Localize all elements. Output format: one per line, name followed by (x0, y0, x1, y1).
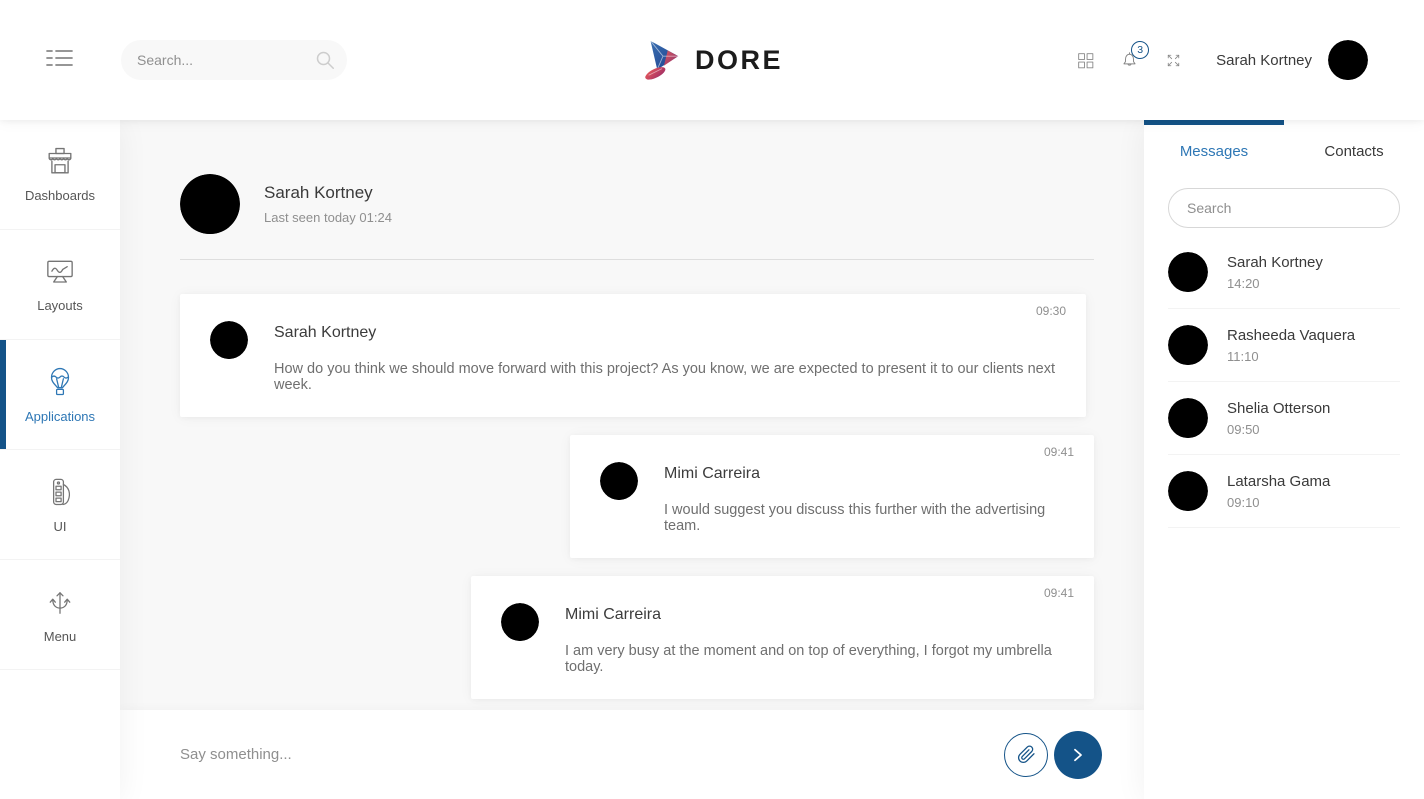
contacts-panel: Messages Contacts Sarah Kortney 14:20 Ra… (1144, 120, 1424, 799)
paperclip-icon (1017, 745, 1036, 764)
profile-name[interactable]: Sarah Kortney (1216, 52, 1312, 69)
apps-grid-button[interactable] (1075, 50, 1096, 71)
chat-message-input[interactable] (180, 746, 1004, 763)
contact-avatar (1168, 252, 1208, 292)
monitor-icon (42, 257, 78, 289)
sidebar-item-label: Applications (25, 409, 95, 424)
chat-header-divider (180, 259, 1094, 260)
hamburger-menu-icon (46, 46, 73, 70)
message-list: 09:30 Sarah Kortney How do you think we … (180, 294, 1094, 699)
active-tab-indicator (1144, 120, 1284, 125)
contacts-search (1168, 188, 1400, 228)
contact-avatar (1168, 325, 1208, 365)
message-sender-avatar (210, 321, 248, 359)
message-sender-avatar (501, 603, 539, 641)
contact-item-sarah-kortney[interactable]: Sarah Kortney 14:20 (1168, 236, 1400, 309)
sidebar-item-label: UI (54, 519, 67, 534)
message-text: I am very busy at the moment and on top … (565, 643, 1074, 675)
contact-item-rasheeda-vaquera[interactable]: Rasheeda Vaquera 11:10 (1168, 309, 1400, 382)
sidebar-item-dashboards[interactable]: Dashboards (0, 120, 120, 230)
send-message-button[interactable] (1054, 731, 1102, 779)
notifications-button[interactable]: 3 (1118, 49, 1141, 72)
contact-time: 11:10 (1227, 349, 1355, 364)
chat-input-bar (120, 710, 1144, 799)
message-sender-name: Mimi Carreira (565, 606, 1074, 624)
shop-icon (42, 146, 78, 179)
fullscreen-button[interactable] (1163, 50, 1184, 71)
message-time: 09:41 (491, 586, 1074, 600)
main-sidebar: Dashboards Layouts Applications (0, 120, 120, 799)
contact-name: Rasheeda Vaquera (1227, 327, 1355, 344)
contact-avatar (1168, 398, 1208, 438)
send-chevron-icon (1069, 746, 1087, 764)
message-text: I would suggest you discuss this further… (664, 502, 1074, 534)
balloon-icon (43, 366, 77, 400)
sidebar-item-menu[interactable]: Menu (0, 560, 120, 670)
logo-text: DORE (695, 45, 783, 76)
contact-name: Shelia Otterson (1227, 400, 1330, 417)
chat-header: Sarah Kortney Last seen today 01:24 (180, 174, 1094, 234)
sidebar-item-ui[interactable]: UI (0, 450, 120, 560)
contact-name: Sarah Kortney (1227, 254, 1323, 271)
app-logo[interactable]: DORE (641, 39, 783, 81)
swatches-icon (43, 476, 77, 510)
attach-file-button[interactable] (1004, 733, 1048, 777)
chat-partner-status: Last seen today 01:24 (264, 210, 392, 225)
sidebar-toggle-button[interactable] (46, 46, 73, 75)
chat-app-page: DORE 3 (0, 0, 1424, 799)
search-icon (313, 48, 337, 72)
message-card: 09:41 Mimi Carreira I am very busy at th… (471, 576, 1094, 699)
chat-area: Sarah Kortney Last seen today 01:24 09:3… (120, 120, 1144, 710)
message-sender-name: Sarah Kortney (274, 324, 1066, 342)
top-navbar: DORE 3 (0, 0, 1424, 120)
message-card: 09:41 Mimi Carreira I would suggest you … (570, 435, 1094, 558)
tab-messages[interactable]: Messages (1144, 143, 1284, 160)
chat-partner-avatar (180, 174, 240, 234)
contact-item-latarsha-gama[interactable]: Latarsha Gama 09:10 (1168, 455, 1400, 528)
chat-partner-name: Sarah Kortney (264, 183, 392, 203)
message-text: How do you think we should move forward … (274, 361, 1066, 393)
contacts-search-input[interactable] (1169, 189, 1399, 227)
profile-avatar[interactable] (1328, 40, 1368, 80)
panel-tabs: Messages Contacts (1144, 120, 1424, 182)
tab-contacts[interactable]: Contacts (1284, 143, 1424, 160)
contact-avatar (1168, 471, 1208, 511)
contact-item-shelia-otterson[interactable]: Shelia Otterson 09:50 (1168, 382, 1400, 455)
sidebar-item-label: Dashboards (25, 188, 95, 203)
global-search (121, 40, 347, 80)
contact-time: 09:10 (1227, 495, 1330, 510)
message-sender-name: Mimi Carreira (664, 465, 1074, 483)
sidebar-item-label: Layouts (37, 298, 83, 313)
message-sender-avatar (600, 462, 638, 500)
sidebar-item-label: Menu (44, 629, 77, 644)
contact-time: 09:50 (1227, 422, 1330, 437)
chat-main: Sarah Kortney Last seen today 01:24 09:3… (120, 120, 1144, 799)
message-time: 09:41 (590, 445, 1074, 459)
fullscreen-icon (1163, 50, 1184, 71)
navbar-actions: 3 Sarah Kortney (1075, 40, 1368, 80)
grid-icon (1075, 50, 1096, 71)
dore-logo-icon (641, 39, 683, 81)
notification-count-badge: 3 (1131, 41, 1149, 59)
sidebar-item-layouts[interactable]: Layouts (0, 230, 120, 340)
contact-name: Latarsha Gama (1227, 473, 1330, 490)
message-time: 09:30 (200, 304, 1066, 318)
contact-time: 14:20 (1227, 276, 1323, 291)
message-card: 09:30 Sarah Kortney How do you think we … (180, 294, 1086, 417)
branch-arrows-icon (43, 586, 77, 620)
sidebar-item-applications[interactable]: Applications (0, 340, 120, 450)
